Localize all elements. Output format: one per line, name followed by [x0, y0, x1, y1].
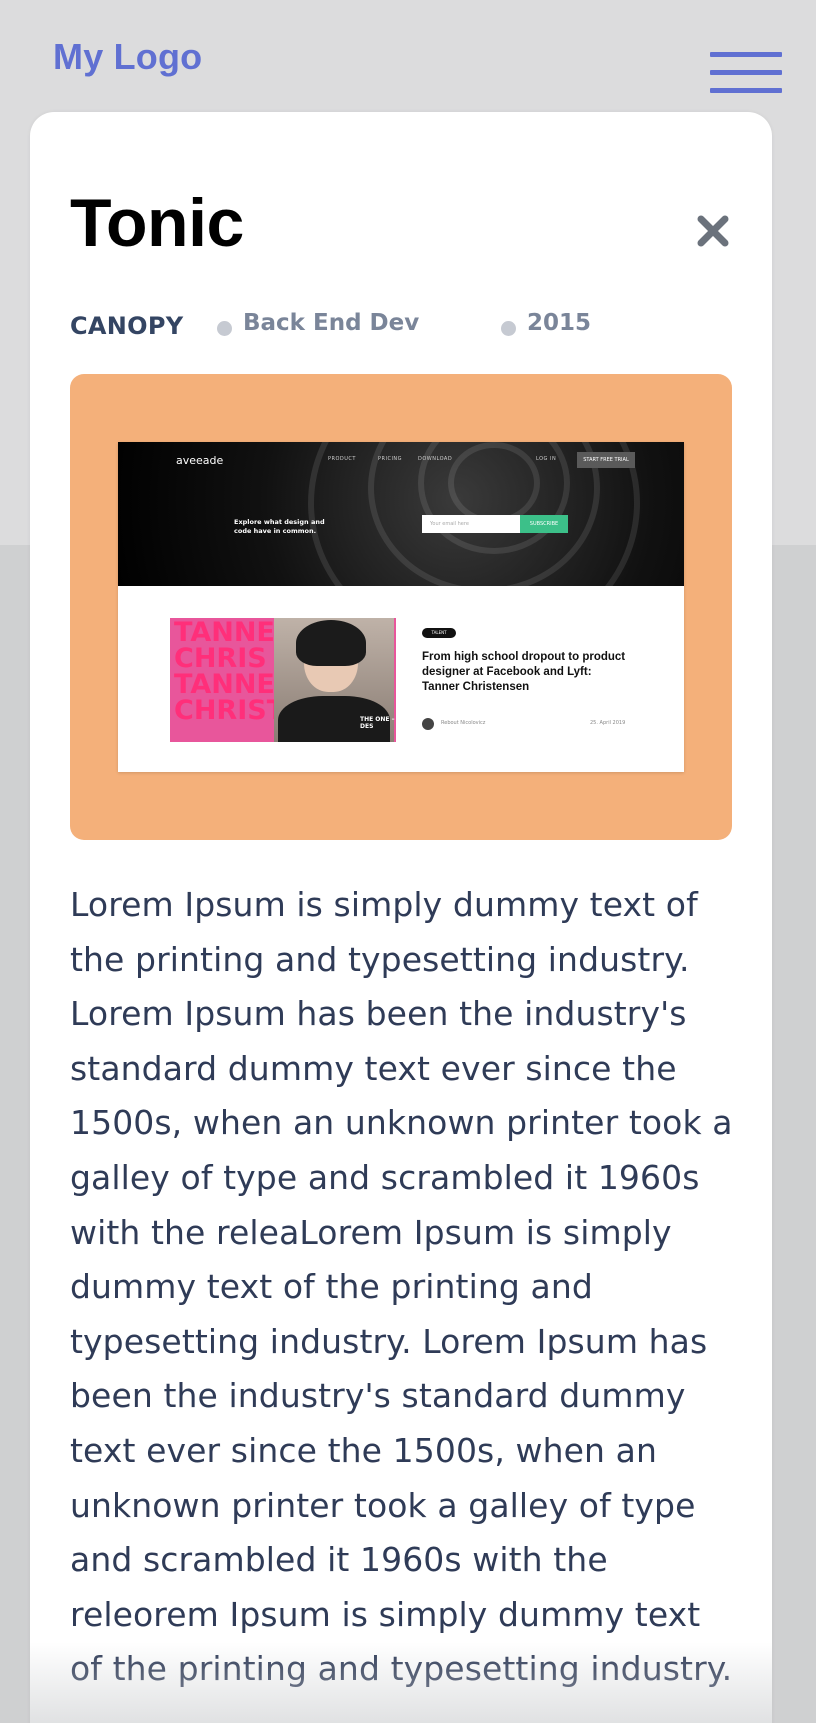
project-modal: Tonic CANOPY Back End Dev 2015 aveeade P… [30, 112, 772, 1723]
screenshot-chip: TALENT [422, 628, 456, 638]
bullet-dot [501, 321, 516, 336]
author-avatar [422, 718, 434, 730]
close-icon[interactable] [692, 210, 734, 252]
logo[interactable]: My Logo [53, 36, 202, 78]
project-description: Lorem Ipsum is simply dummy text of the … [70, 885, 733, 1689]
screenshot-nav-item: PRICING [378, 456, 403, 462]
screenshot-nav-item: PRODUCT [328, 456, 356, 462]
screenshot-brand: aveeade [176, 454, 224, 467]
screenshot-submit: SUBSCRIBE [520, 515, 568, 533]
menu-line [710, 70, 782, 75]
screenshot-feature-image: TANNE CHRIS TANNE CHRIST THE ONE – DES [170, 618, 396, 742]
screenshot-hero: aveeade PRODUCT PRICING DOWNLOAD LOG IN … [118, 442, 684, 654]
project-meta: CANOPY Back End Dev 2015 [70, 308, 730, 348]
top-navigation: My Logo [0, 0, 816, 112]
website-screenshot: aveeade PRODUCT PRICING DOWNLOAD LOG IN … [118, 442, 684, 772]
bullet-dot [217, 321, 232, 336]
project-preview-image: aveeade PRODUCT PRICING DOWNLOAD LOG IN … [70, 374, 732, 840]
screenshot-nav-item: DOWNLOAD [418, 456, 453, 462]
screenshot-email-input: Your email here [422, 515, 520, 533]
screenshot-date: 25. April 2019 [590, 720, 626, 726]
role-label: Back End Dev [243, 310, 420, 336]
hamburger-menu-icon[interactable] [710, 50, 782, 96]
modal-title: Tonic [70, 185, 244, 261]
client-name: CANOPY [70, 312, 184, 340]
screenshot-author: Rebout Nicolovicz [441, 720, 486, 726]
screenshot-tagline: Explore what design and code have in com… [234, 518, 325, 535]
year-label: 2015 [527, 310, 592, 336]
feature-side-text: THE ONE – DES [360, 716, 395, 730]
menu-line [710, 88, 782, 93]
screenshot-nav-item: LOG IN [536, 456, 557, 462]
screenshot-headline: From high school dropout to product desi… [422, 651, 626, 693]
menu-line [710, 52, 782, 57]
screenshot-cta: START FREE TRIAL [577, 452, 635, 468]
